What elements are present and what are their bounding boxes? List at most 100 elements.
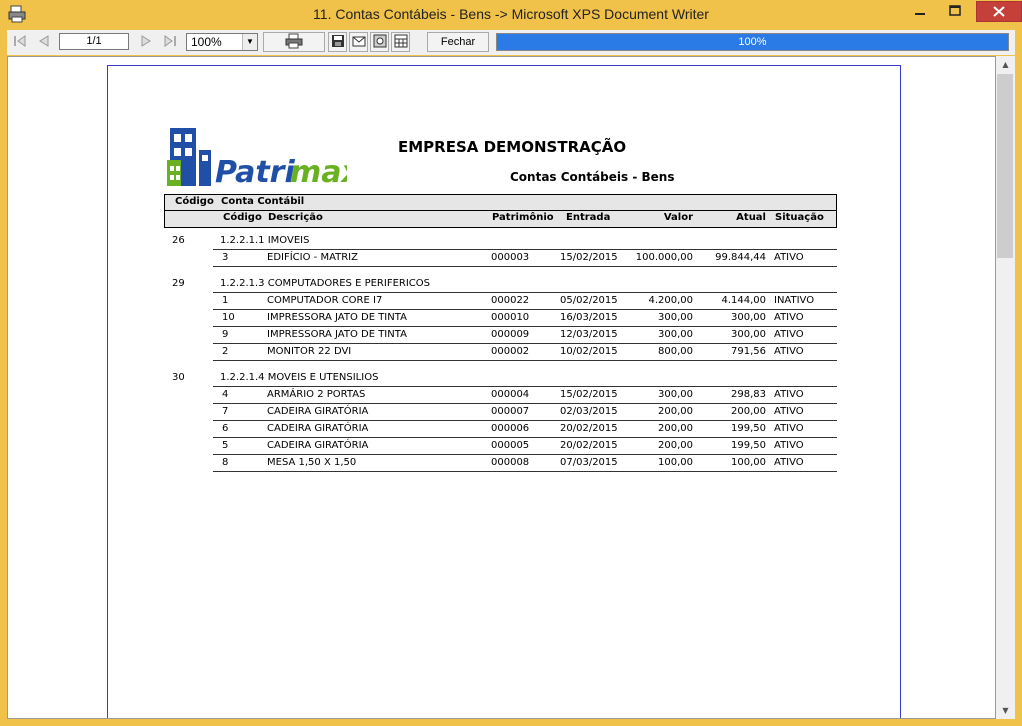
item-codigo: 8: [222, 457, 229, 468]
item-patrimonio: 000009: [491, 329, 530, 340]
item-patrimonio: 000006: [491, 423, 530, 434]
report-page: Patri max EMPRESA DEMONSTRAÇÃO Contas Co…: [107, 65, 901, 718]
item-situacao: ATIVO: [774, 252, 804, 263]
item-entrada: 02/03/2015: [560, 406, 618, 417]
item-descricao: EDIFÍCIO - MATRIZ: [267, 252, 358, 263]
group-codigo: 30: [172, 372, 185, 383]
svg-text:Patri: Patri: [215, 155, 295, 190]
title-bar[interactable]: 11. Contas Contábeis - Bens -> Microsoft…: [0, 0, 1022, 30]
item-atual: 100,00: [731, 457, 766, 468]
first-page-icon: [12, 34, 28, 51]
header-situacao: Situação: [775, 212, 824, 223]
row-divider: [213, 471, 837, 472]
item-descricao: ARMÁRIO 2 PORTAS: [267, 389, 366, 400]
chevron-down-icon: ▼: [1002, 706, 1009, 715]
item-codigo: 2: [222, 346, 229, 357]
printer-icon: [285, 33, 303, 52]
item-situacao: ATIVO: [774, 346, 804, 357]
item-entrada: 16/03/2015: [560, 312, 618, 323]
row-divider: [213, 437, 837, 438]
last-page-button[interactable]: [159, 32, 181, 52]
close-preview-button[interactable]: Fechar: [427, 32, 489, 52]
item-situacao: ATIVO: [774, 389, 804, 400]
next-page-icon: [138, 34, 154, 51]
page-setup-button[interactable]: [391, 32, 410, 52]
row-divider: [213, 343, 837, 344]
last-page-icon: [162, 34, 178, 51]
print-button[interactable]: [263, 32, 325, 52]
item-descricao: IMPRESSORA JATO DE TINTA: [267, 312, 407, 323]
item-situacao: INATIVO: [774, 295, 815, 306]
item-descricao: IMPRESSORA JATO DE TINTA: [267, 329, 407, 340]
group-codigo: 26: [172, 235, 185, 246]
item-entrada: 20/02/2015: [560, 423, 618, 434]
item-descricao: CADEIRA GIRATÓRIA: [267, 423, 369, 434]
item-valor: 200,00: [658, 406, 693, 417]
item-atual: 300,00: [731, 329, 766, 340]
export-button[interactable]: [370, 32, 389, 52]
item-atual: 4.144,00: [721, 295, 766, 306]
zoom-select[interactable]: 100% ▼: [186, 33, 258, 51]
header-valor: Valor: [663, 212, 693, 223]
scroll-thumb[interactable]: [997, 74, 1013, 258]
item-codigo: 4: [222, 389, 229, 400]
group-conta: 1.2.2.1.1 IMOVEIS: [220, 235, 310, 246]
progress-text: 100%: [738, 36, 767, 48]
close-window-button[interactable]: [976, 1, 1022, 22]
window-title: 11. Contas Contábeis - Bens -> Microsoft…: [313, 6, 709, 22]
item-situacao: ATIVO: [774, 406, 804, 417]
item-descricao: COMPUTADOR CORE I7: [267, 295, 383, 306]
item-codigo: 9: [222, 329, 229, 340]
group-codigo: 29: [172, 278, 185, 289]
next-page-button[interactable]: [135, 32, 157, 52]
previous-page-icon: [36, 34, 52, 51]
group-divider: [213, 249, 837, 250]
item-patrimonio: 000002: [491, 346, 530, 357]
item-codigo: 10: [222, 312, 235, 323]
vertical-scrollbar[interactable]: ▲ ▼: [996, 56, 1015, 719]
item-valor: 300,00: [658, 389, 693, 400]
header-codigo: Código: [175, 196, 214, 207]
row-divider: [213, 360, 837, 361]
item-entrada: 05/02/2015: [560, 295, 618, 306]
item-patrimonio: 000005: [491, 440, 530, 451]
first-page-button[interactable]: [9, 32, 31, 52]
item-valor: 100,00: [658, 457, 693, 468]
table-header: Código Conta Contábil Código Descrição P…: [164, 194, 837, 228]
group-divider: [213, 386, 837, 387]
minimize-button[interactable]: [905, 1, 935, 21]
item-valor: 300,00: [658, 329, 693, 340]
item-valor: 200,00: [658, 440, 693, 451]
item-codigo: 1: [222, 295, 229, 306]
item-valor: 4.200,00: [648, 295, 693, 306]
scroll-up-button[interactable]: ▲: [996, 56, 1015, 73]
item-codigo: 6: [222, 423, 229, 434]
item-situacao: ATIVO: [774, 312, 804, 323]
zoom-value: 100%: [191, 35, 222, 49]
item-entrada: 10/02/2015: [560, 346, 618, 357]
envelope-icon: [352, 35, 366, 50]
item-descricao: MONITOR 22 DVI: [267, 346, 352, 357]
header-atual: Atual: [736, 212, 766, 223]
scroll-down-button[interactable]: ▼: [996, 702, 1015, 719]
item-situacao: ATIVO: [774, 457, 804, 468]
item-entrada: 15/02/2015: [560, 252, 618, 263]
item-valor: 300,00: [658, 312, 693, 323]
item-patrimonio: 000003: [491, 252, 530, 263]
item-descricao: CADEIRA GIRATÓRIA: [267, 440, 369, 451]
item-situacao: ATIVO: [774, 440, 804, 451]
item-situacao: ATIVO: [774, 423, 804, 434]
page-number-input[interactable]: 1/1: [59, 33, 129, 50]
row-divider: [213, 403, 837, 404]
save-button[interactable]: [328, 32, 347, 52]
email-button[interactable]: [349, 32, 368, 52]
header-divider: [165, 210, 836, 211]
item-atual: 199,50: [731, 423, 766, 434]
maximize-button[interactable]: [940, 1, 970, 21]
report-viewport[interactable]: Patri max EMPRESA DEMONSTRAÇÃO Contas Co…: [7, 56, 996, 719]
item-entrada: 20/02/2015: [560, 440, 618, 451]
previous-page-button[interactable]: [33, 32, 55, 52]
svg-text:max: max: [290, 155, 347, 190]
item-patrimonio: 000010: [491, 312, 530, 323]
item-patrimonio: 000008: [491, 457, 530, 468]
